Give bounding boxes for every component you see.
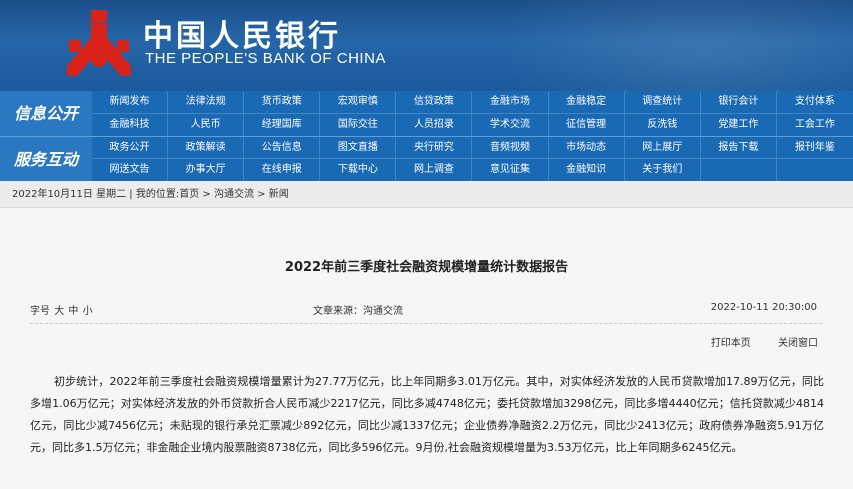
- nav-item[interactable]: 音频视频: [472, 137, 549, 159]
- nav-item[interactable]: 银行会计: [701, 91, 777, 113]
- nav-item[interactable]: 征信管理: [549, 114, 625, 136]
- main-navigation: 信息公开 服务互动 新闻发布 法律法规 货币政策 宏观审慎 信贷政策 金融市场 …: [0, 91, 853, 181]
- nav-row-4: 网送文告 办事大厅 在线申报 下载中心 网上调查 意见征集 金融知识 关于我们: [92, 158, 853, 181]
- nav-item[interactable]: 意见征集: [472, 159, 549, 181]
- nav-empty-slot: [701, 159, 777, 181]
- nav-item[interactable]: 图文直播: [320, 137, 397, 159]
- nav-item[interactable]: 新闻发布: [92, 91, 169, 113]
- nav-item[interactable]: 党建工作: [701, 114, 777, 136]
- current-date: 2022年10月11日 星期二: [12, 189, 127, 200]
- bank-name-en: THE PEOPLE'S BANK OF CHINA: [145, 50, 386, 67]
- banner-highlight: [493, 0, 853, 91]
- nav-item[interactable]: 央行研究: [396, 137, 473, 159]
- article-body: 初步统计，2022年前三季度社会融资规模增量累计为27.77万亿元，比上年同期多…: [30, 375, 824, 454]
- nav-item[interactable]: 国际交往: [320, 114, 397, 136]
- nav-item[interactable]: 报刊年鉴: [777, 137, 853, 159]
- nav-item[interactable]: 工会工作: [777, 114, 853, 136]
- nav-empty-slot: [777, 159, 853, 181]
- meta-divider: [30, 323, 822, 324]
- nav-item[interactable]: 人员招录: [396, 114, 473, 136]
- nav-item[interactable]: 信贷政策: [396, 91, 473, 113]
- font-size-label: 字号: [30, 306, 50, 317]
- nav-item[interactable]: 网上展厅: [625, 137, 701, 159]
- nav-item[interactable]: 市场动态: [549, 137, 625, 159]
- nav-item[interactable]: 网上调查: [396, 159, 473, 181]
- nav-item[interactable]: 反洗钱: [625, 114, 701, 136]
- article-actions: 打印本页 关闭窗口: [687, 334, 818, 349]
- nav-item[interactable]: 下载中心: [320, 159, 397, 181]
- bank-name-cn: 中国人民银行: [143, 19, 341, 54]
- nav-row-2: 金融科技 人民币 经理国库 国际交往 人员招录 学术交流 征信管理 反洗钱 党建…: [92, 113, 853, 136]
- nav-row-1: 新闻发布 法律法规 货币政策 宏观审慎 信贷政策 金融市场 金融稳定 调查统计 …: [92, 91, 853, 113]
- breadcrumb-current-link[interactable]: 新闻: [269, 189, 289, 200]
- location-prefix: 我的位置:: [135, 189, 180, 200]
- nav-item[interactable]: 调查统计: [625, 91, 701, 113]
- breadcrumb-home-link[interactable]: 首页: [179, 189, 199, 200]
- nav-item[interactable]: 金融市场: [472, 91, 549, 113]
- print-page-link[interactable]: 打印本页: [711, 338, 751, 349]
- article-meta: 字号 大 中 小 文章来源：沟通交流 2022-10-11 20:30:00: [0, 302, 853, 318]
- font-size-large-button[interactable]: 大: [54, 306, 64, 317]
- nav-item[interactable]: 宏观审慎: [320, 91, 397, 113]
- font-size-medium-button[interactable]: 中: [68, 306, 78, 317]
- nav-item[interactable]: 人民币: [168, 114, 245, 136]
- nav-item[interactable]: 公告信息: [244, 137, 321, 159]
- nav-item[interactable]: 政务公开: [92, 137, 169, 159]
- breadcrumb-section-link[interactable]: 沟通交流: [214, 189, 254, 200]
- nav-item[interactable]: 金融稳定: [549, 91, 625, 113]
- nav-item[interactable]: 网送文告: [92, 159, 169, 181]
- article-panel: 2022年前三季度社会融资规模增量统计数据报告 字号 大 中 小 文章来源：沟通…: [0, 208, 853, 489]
- nav-label-service: 服务互动: [0, 136, 92, 181]
- nav-item[interactable]: 关于我们: [625, 159, 701, 181]
- breadcrumb: 2022年10月11日 星期二 | 我的位置:首页 > 沟通交流 > 新闻: [0, 181, 853, 208]
- nav-item[interactable]: 经理国库: [244, 114, 321, 136]
- article-datetime: 2022-10-11 20:30:00: [710, 302, 817, 313]
- nav-label-info: 信息公开: [0, 91, 92, 136]
- article-title: 2022年前三季度社会融资规模增量统计数据报告: [284, 260, 569, 275]
- header-banner: 中国人民银行 THE PEOPLE'S BANK OF CHINA: [0, 0, 853, 91]
- nav-item[interactable]: 学术交流: [472, 114, 549, 136]
- nav-item[interactable]: 金融知识: [549, 159, 625, 181]
- nav-row-3: 政务公开 政策解读 公告信息 图文直播 央行研究 音频视频 市场动态 网上展厅 …: [92, 136, 853, 159]
- font-size-small-button[interactable]: 小: [83, 306, 93, 317]
- nav-item[interactable]: 法律法规: [168, 91, 245, 113]
- nav-item[interactable]: 支付体系: [777, 91, 853, 113]
- nav-item[interactable]: 办事大厅: [168, 159, 245, 181]
- article-source: 文章来源：沟通交流: [313, 306, 403, 317]
- nav-item[interactable]: 金融科技: [92, 114, 169, 136]
- close-window-link[interactable]: 关闭窗口: [778, 338, 818, 349]
- pboc-emblem-icon[interactable]: [67, 10, 131, 76]
- nav-item[interactable]: 货币政策: [244, 91, 321, 113]
- nav-item[interactable]: 政策解读: [168, 137, 245, 159]
- nav-item[interactable]: 在线申报: [244, 159, 321, 181]
- font-size-control: 字号 大 中 小: [30, 302, 93, 317]
- breadcrumb-separator: >: [257, 189, 266, 200]
- nav-item[interactable]: 报告下载: [701, 137, 777, 159]
- breadcrumb-separator: >: [202, 189, 211, 200]
